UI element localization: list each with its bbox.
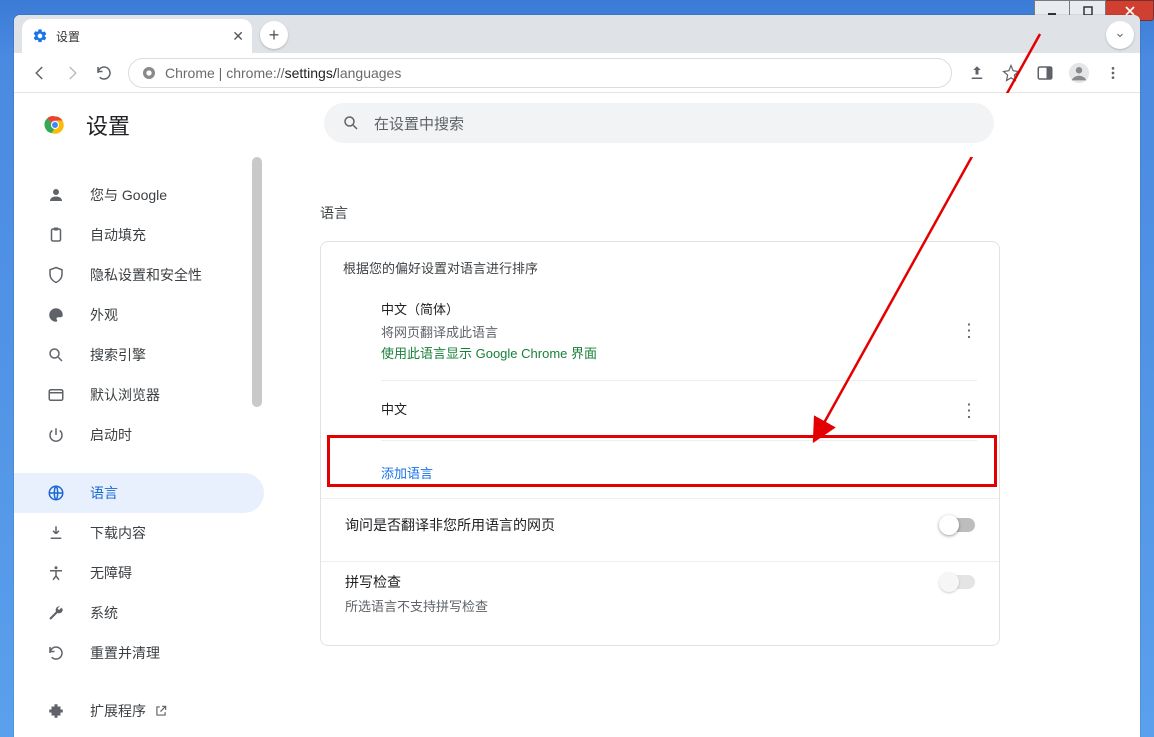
sidebar-item-search-engine[interactable]: 搜索引擎	[14, 335, 264, 375]
globe-icon	[44, 484, 68, 502]
chrome-window: 设置 ✕ + Chrome | chrome://settings/langua…	[14, 15, 1140, 737]
language-options-icon[interactable]: ⋮	[960, 320, 977, 341]
spellcheck-sub: 所选语言不支持拼写检查	[321, 596, 999, 629]
gear-icon	[32, 28, 48, 44]
search-placeholder: 在设置中搜索	[374, 113, 464, 134]
extension-icon	[44, 702, 68, 720]
sidebar-item-downloads[interactable]: 下载内容	[14, 513, 264, 553]
sidebar-item-extensions[interactable]: 扩展程序	[14, 691, 264, 731]
tab-title: 设置	[56, 28, 80, 45]
sidebar-item-appearance[interactable]: 外观	[14, 295, 264, 335]
search-icon	[342, 114, 360, 132]
chrome-logo-icon	[42, 112, 68, 138]
sidebar-item-autofill[interactable]: 自动填充	[14, 215, 264, 255]
sidebar-scrollbar[interactable]	[250, 157, 264, 737]
profile-avatar-icon[interactable]	[1062, 57, 1096, 89]
language-row-zh: 中文 ⋮	[321, 389, 999, 432]
settings-title: 设置	[86, 109, 130, 141]
sidebar-item-on-startup[interactable]: 启动时	[14, 415, 264, 455]
sidebar-item-reset[interactable]: 重置并清理	[14, 633, 264, 673]
new-tab-button[interactable]: +	[260, 21, 288, 49]
spellcheck-title: 拼写检查	[345, 572, 401, 592]
chrome-menu-icon[interactable]	[1096, 57, 1130, 89]
back-button[interactable]	[24, 57, 56, 89]
search-icon	[44, 346, 68, 364]
sidebar-item-system[interactable]: 系统	[14, 593, 264, 633]
browser-icon	[44, 386, 68, 404]
browser-toolbar: Chrome | chrome://settings/languages	[14, 53, 1140, 93]
sidebar-item-about[interactable]: 关于 Chrome	[14, 731, 264, 737]
bookmark-star-icon[interactable]	[994, 57, 1028, 89]
address-bar[interactable]: Chrome | chrome://settings/languages	[128, 58, 952, 88]
sidebar-item-languages[interactable]: 语言	[14, 473, 264, 513]
omnibox-text: Chrome | chrome://settings/languages	[165, 65, 401, 81]
sidebar-item-default-browser[interactable]: 默认浏览器	[14, 375, 264, 415]
external-link-icon	[154, 704, 168, 718]
tab-list-chevron-icon[interactable]	[1106, 21, 1134, 49]
power-icon	[44, 426, 68, 444]
language-options-icon[interactable]: ⋮	[960, 400, 977, 421]
wrench-icon	[44, 604, 68, 622]
chrome-scheme-icon	[141, 65, 157, 81]
tab-strip: 设置 ✕ +	[14, 15, 1140, 53]
share-icon[interactable]	[960, 57, 994, 89]
clipboard-icon	[44, 226, 68, 244]
download-icon	[44, 524, 68, 542]
section-label: 语言	[320, 203, 1140, 223]
translate-toggle[interactable]	[941, 518, 975, 532]
side-panel-icon[interactable]	[1028, 57, 1062, 89]
languages-card: 根据您的偏好设置对语言进行排序 中文（简体） 将网页翻译成此语言 使用此语言显示…	[320, 241, 1000, 646]
scrollbar-thumb[interactable]	[252, 157, 262, 407]
spellcheck-row: 拼写检查	[321, 562, 999, 596]
language-row-zh-cn: 中文（简体） 将网页翻译成此语言 使用此语言显示 Google Chrome 界…	[321, 289, 999, 372]
palette-icon	[44, 306, 68, 324]
forward-button[interactable]	[56, 57, 88, 89]
spellcheck-toggle	[941, 575, 975, 589]
add-language-link[interactable]: 添加语言	[381, 466, 433, 481]
tab-close-icon[interactable]: ✕	[232, 28, 244, 45]
shield-icon	[44, 266, 68, 284]
sidebar-item-you-and-google[interactable]: 您与 Google	[14, 175, 264, 215]
accessibility-icon	[44, 564, 68, 582]
card-heading: 根据您的偏好设置对语言进行排序	[321, 258, 999, 289]
translate-toggle-row: 询问是否翻译非您所用语言的网页	[321, 499, 999, 551]
sidebar: 您与 Google 自动填充 隐私设置和安全性 外观 搜索引擎 默认浏览器 启动…	[14, 157, 264, 737]
settings-search[interactable]: 在设置中搜索	[324, 103, 994, 143]
person-icon	[44, 186, 68, 204]
sidebar-item-accessibility[interactable]: 无障碍	[14, 553, 264, 593]
translate-toggle-label: 询问是否翻译非您所用语言的网页	[345, 515, 555, 535]
browser-tab[interactable]: 设置 ✕	[22, 19, 252, 53]
sidebar-item-privacy[interactable]: 隐私设置和安全性	[14, 255, 264, 295]
reload-button[interactable]	[88, 57, 120, 89]
main-content: 语言 根据您的偏好设置对语言进行排序 中文（简体） 将网页翻译成此语言 使用此语…	[264, 157, 1140, 737]
restore-icon	[44, 644, 68, 662]
